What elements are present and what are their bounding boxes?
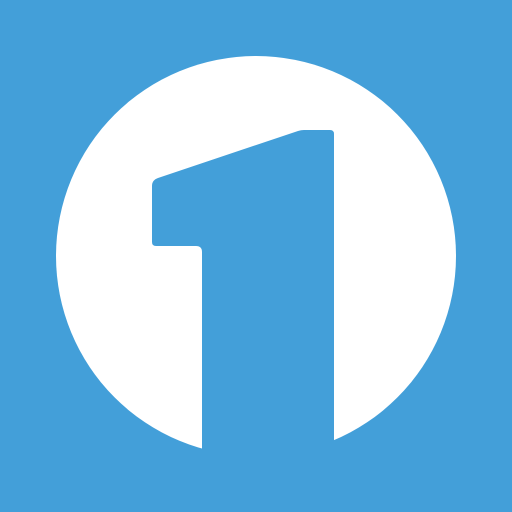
number-one-logo-icon [0,0,512,512]
app-icon [0,0,512,512]
